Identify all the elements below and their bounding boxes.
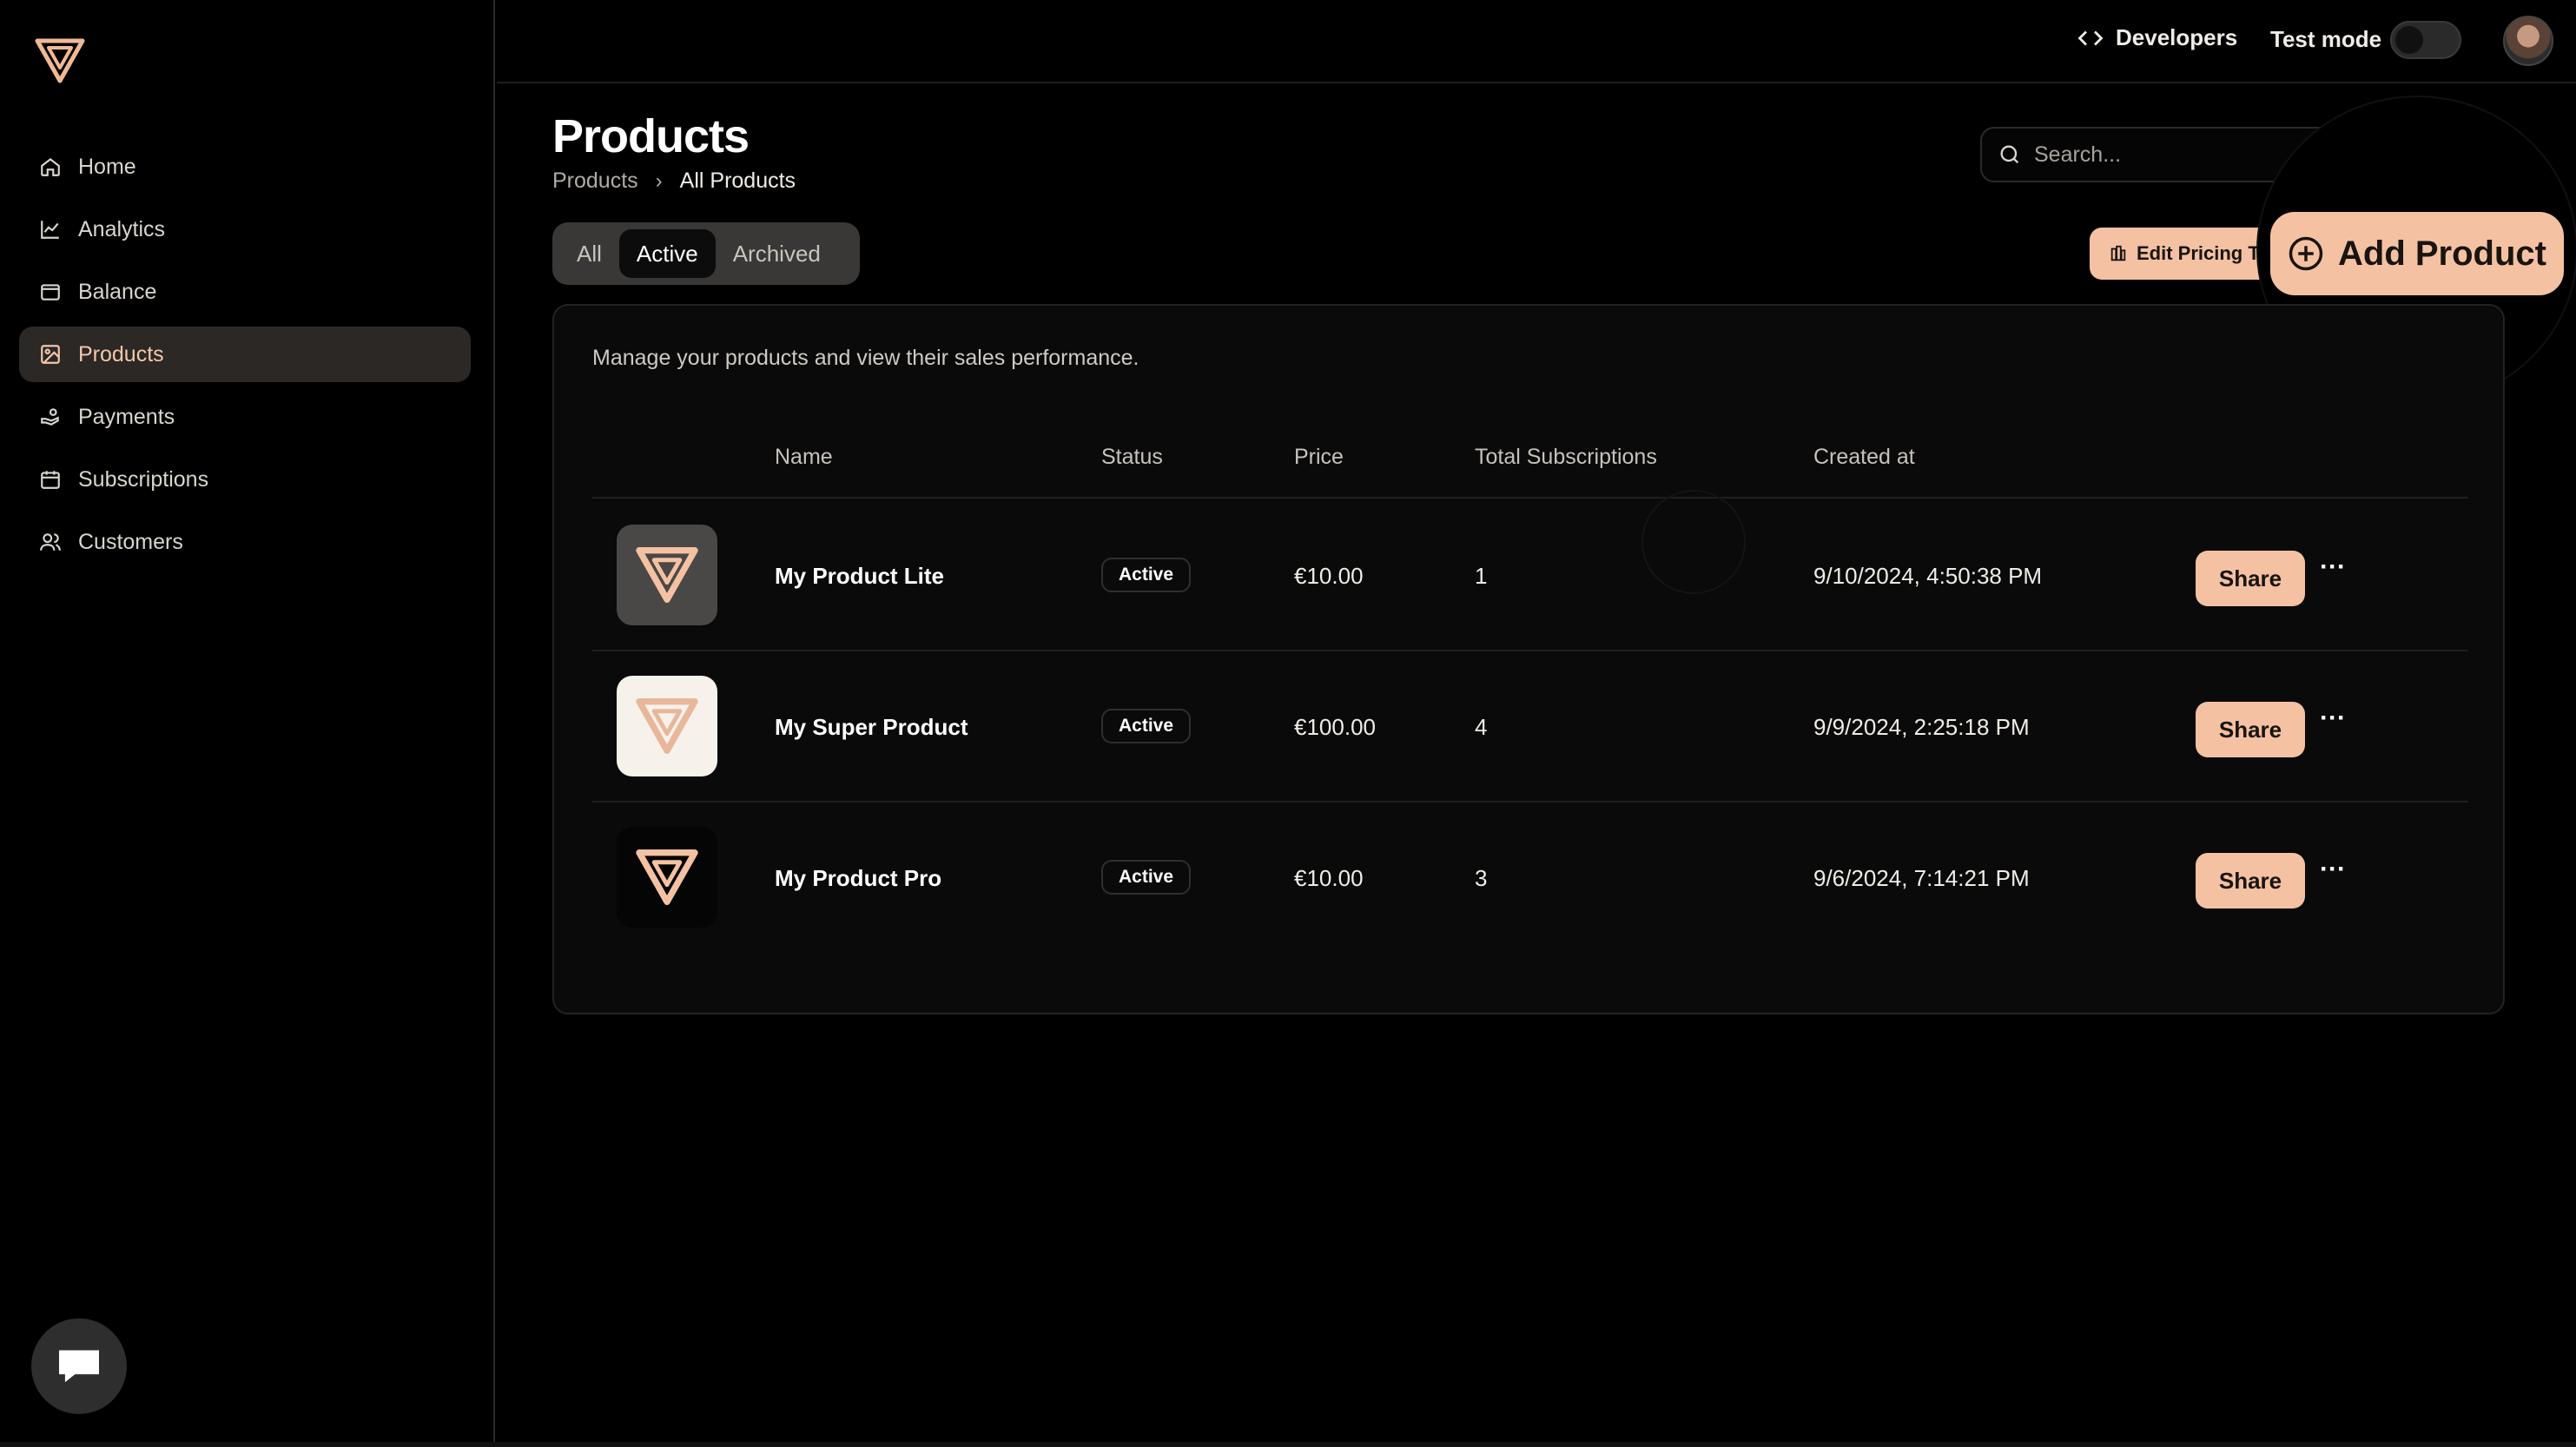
product-subscriptions: 4 (1475, 714, 1488, 740)
product-created-at: 9/10/2024, 4:50:38 PM (1813, 563, 2043, 589)
edit-pricing-label: Edit Pricing Ta (2137, 242, 2269, 264)
sidebar-item-label: Subscriptions (78, 466, 209, 492)
product-price: €10.00 (1294, 865, 1364, 891)
home-icon (38, 155, 63, 179)
products-card: Manage your products and view their sale… (552, 304, 2505, 1014)
more-options-icon[interactable]: ··· (2315, 855, 2350, 883)
more-options-icon[interactable]: ··· (2315, 552, 2350, 581)
product-name[interactable]: My Product Pro (775, 865, 941, 892)
product-created-at: 9/6/2024, 7:14:21 PM (1813, 865, 2030, 891)
image-icon (38, 342, 63, 367)
developers-label: Developers (2116, 24, 2238, 50)
status-tabs: All Active Archived (552, 222, 860, 285)
product-name[interactable]: My Super Product (775, 714, 968, 741)
wallet-icon (38, 280, 63, 304)
users-icon (38, 530, 63, 554)
chevron-right-icon: › (655, 168, 663, 193)
product-name[interactable]: My Product Lite (775, 563, 944, 590)
more-options-icon[interactable]: ··· (2315, 704, 2350, 732)
table-header: Name Status Price Total Subscriptions Cr… (592, 419, 2468, 499)
search-icon (2000, 145, 2019, 164)
product-price: €10.00 (1294, 563, 1364, 589)
product-thumbnail (617, 525, 717, 625)
sidebar-item-label: Products (78, 341, 164, 367)
sidebar: Home Analytics Balance Products Payments (0, 0, 495, 1447)
sidebar-item-label: Customers (78, 529, 183, 554)
code-brackets-icon (2077, 30, 2104, 45)
sidebar-item-payments[interactable]: Payments (19, 389, 471, 445)
tab-all[interactable]: All (559, 229, 619, 278)
toggle-knob (2395, 26, 2423, 54)
column-header-name: Name (775, 445, 833, 469)
status-badge: Active (1101, 558, 1192, 592)
calendar-icon (38, 467, 63, 492)
column-header-status: Status (1101, 445, 1163, 469)
tab-archived[interactable]: Archived (716, 229, 838, 278)
product-thumbnail (617, 676, 717, 776)
product-logo-icon (636, 698, 698, 754)
chart-icon (38, 217, 63, 241)
sidebar-item-analytics[interactable]: Analytics (19, 202, 471, 257)
product-logo-icon (636, 849, 698, 905)
pricing-table-icon (2110, 245, 2126, 261)
sidebar-item-balance[interactable]: Balance (19, 264, 471, 320)
developers-link[interactable]: Developers (2077, 24, 2237, 51)
sidebar-item-products[interactable]: Products (19, 327, 471, 382)
product-thumbnail (617, 827, 717, 928)
bottom-border (0, 1442, 2576, 1447)
sidebar-item-customers[interactable]: Customers (19, 514, 471, 570)
product-logo-icon (636, 547, 698, 603)
column-header-price: Price (1294, 445, 1344, 469)
product-created-at: 9/9/2024, 2:25:18 PM (1813, 714, 2030, 740)
cursor-ring (1641, 490, 1746, 594)
table-row[interactable]: My Product Pro Active €10.00 3 9/6/2024,… (592, 803, 2468, 954)
share-button[interactable]: Share (2196, 551, 2305, 606)
card-description: Manage your products and view their sale… (592, 346, 1139, 370)
sidebar-item-home[interactable]: Home (19, 139, 471, 195)
breadcrumb-current: All Products (679, 168, 796, 193)
status-badge: Active (1101, 860, 1192, 895)
sidebar-item-label: Analytics (78, 216, 166, 241)
sidebar-nav: Home Analytics Balance Products Payments (19, 139, 471, 577)
product-price: €100.00 (1294, 714, 1376, 740)
sidebar-item-label: Home (78, 154, 136, 179)
plus-circle-icon (2289, 236, 2323, 271)
add-product-label: Add Product (2338, 234, 2546, 273)
topbar (497, 0, 2576, 83)
test-mode-toggle[interactable] (2390, 21, 2461, 59)
page-title: Products (552, 110, 750, 162)
column-header-subscriptions: Total Subscriptions (1475, 445, 1657, 469)
avatar[interactable] (2503, 16, 2553, 66)
share-button[interactable]: Share (2196, 853, 2305, 909)
table-row[interactable]: My Product Lite Active €10.00 1 9/10/202… (592, 500, 2468, 651)
chat-bubble-icon (59, 1350, 99, 1383)
sidebar-item-label: Balance (78, 279, 157, 304)
status-badge: Active (1101, 709, 1192, 743)
sidebar-item-label: Payments (78, 404, 175, 429)
add-product-button[interactable]: Add Product (2270, 212, 2564, 295)
test-mode-label: Test mode (2270, 26, 2382, 52)
breadcrumb: Products › All Products (552, 168, 796, 194)
breadcrumb-products-link[interactable]: Products (552, 168, 638, 194)
sidebar-item-subscriptions[interactable]: Subscriptions (19, 452, 471, 507)
hand-coin-icon (38, 405, 63, 429)
table-row[interactable]: My Super Product Active €100.00 4 9/9/20… (592, 651, 2468, 803)
share-button[interactable]: Share (2196, 702, 2305, 757)
product-subscriptions: 1 (1475, 563, 1488, 589)
app-logo[interactable] (35, 38, 85, 83)
tab-active[interactable]: Active (618, 229, 716, 278)
chat-support-button[interactable] (31, 1318, 127, 1414)
logo-triangle-icon (35, 38, 85, 83)
product-subscriptions: 3 (1475, 865, 1488, 891)
column-header-created: Created at (1813, 445, 1915, 469)
